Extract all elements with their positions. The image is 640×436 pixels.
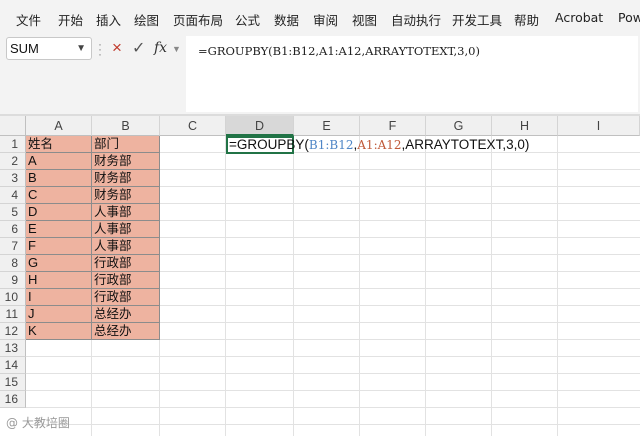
cell-d1-formula[interactable]: =GROUPBY(B1:B12,A1:A12,ARRAYTOTEXT,3,0)	[229, 137, 529, 153]
menu-review[interactable]: 审阅	[313, 10, 338, 29]
cell-b10[interactable]: 行政部	[92, 289, 160, 306]
cell-a2[interactable]: A	[26, 153, 92, 170]
menu-data[interactable]: 数据	[274, 10, 299, 29]
row-header-14[interactable]: 14	[0, 357, 26, 374]
grid-column-line	[225, 136, 226, 436]
cell-a3[interactable]: B	[26, 170, 92, 187]
name-box[interactable]: SUM ▼	[6, 37, 92, 60]
name-box-value: SUM	[10, 41, 39, 56]
cell-a4[interactable]: C	[26, 187, 92, 204]
grid-row-line	[26, 407, 640, 408]
chevron-down-icon[interactable]: ▼	[172, 44, 181, 54]
row-header-9[interactable]: 9	[0, 272, 26, 289]
cell-b12[interactable]: 总经办	[92, 323, 160, 340]
row-header-1[interactable]: 1	[0, 136, 26, 153]
row-header-8[interactable]: 8	[0, 255, 26, 272]
formula-text: =GROUPBY(B1:B12,A1:A12,ARRAYTOTEXT,3,0)	[198, 44, 480, 58]
confirm-icon[interactable]: ✓	[132, 38, 145, 58]
grid-row-line	[26, 424, 640, 425]
cell-b4[interactable]: 财务部	[92, 187, 160, 204]
ribbon-tabs: 文件 开始 插入 绘图 页面布局 公式 数据 审阅 视图 自动执行 开发工具 帮…	[0, 0, 640, 34]
menu-developer[interactable]: 开发工具	[452, 10, 502, 29]
column-header-g[interactable]: G	[426, 116, 492, 136]
cell-b5[interactable]: 人事部	[92, 204, 160, 221]
insert-function-icon[interactable]: fx	[154, 40, 167, 56]
menu-help[interactable]: 帮助	[514, 10, 539, 29]
menu-power[interactable]: Pow	[618, 10, 640, 25]
cell-a8[interactable]: G	[26, 255, 92, 272]
column-header-e[interactable]: E	[294, 116, 360, 136]
cell-b6[interactable]: 人事部	[92, 221, 160, 238]
row-header-2[interactable]: 2	[0, 153, 26, 170]
formula-ref-a1-a12: A1:A12	[357, 138, 402, 152]
cell-b1[interactable]: 部门	[92, 136, 160, 153]
grid-column-line	[491, 136, 492, 436]
cell-a12[interactable]: K	[26, 323, 92, 340]
row-header-16[interactable]: 16	[0, 391, 26, 408]
cell-b2[interactable]: 财务部	[92, 153, 160, 170]
row-header-10[interactable]: 10	[0, 289, 26, 306]
cell-a7[interactable]: F	[26, 238, 92, 255]
menu-file[interactable]: 文件	[16, 10, 41, 29]
row-header-15[interactable]: 15	[0, 374, 26, 391]
cell-b7[interactable]: 人事部	[92, 238, 160, 255]
cell-b9[interactable]: 行政部	[92, 272, 160, 289]
cell-a10[interactable]: I	[26, 289, 92, 306]
cell-a9[interactable]: H	[26, 272, 92, 289]
formula-ref-b1-b12: B1:B12	[308, 138, 354, 152]
grid-column-line	[425, 136, 426, 436]
cell-a11[interactable]: J	[26, 306, 92, 323]
more-options-icon[interactable]: · · ·	[98, 38, 102, 60]
column-header-h[interactable]: H	[492, 116, 558, 136]
row-header-4[interactable]: 4	[0, 187, 26, 204]
menu-home[interactable]: 开始	[58, 10, 83, 29]
cancel-icon[interactable]: ×	[112, 38, 122, 58]
menu-automate[interactable]: 自动执行	[391, 10, 441, 29]
column-header-c[interactable]: C	[160, 116, 226, 136]
column-header-i[interactable]: I	[558, 116, 640, 136]
grid-row-line	[26, 390, 640, 391]
chevron-down-icon[interactable]: ▼	[76, 38, 86, 59]
select-all-corner[interactable]	[0, 116, 26, 136]
row-header-5[interactable]: 5	[0, 204, 26, 221]
column-header-b[interactable]: B	[92, 116, 160, 136]
cell-b11[interactable]: 总经办	[92, 306, 160, 323]
grid-column-line	[359, 136, 360, 436]
menu-page-layout[interactable]: 页面布局	[173, 10, 223, 29]
cell-b3[interactable]: 财务部	[92, 170, 160, 187]
grid-column-line	[293, 136, 294, 436]
menu-view[interactable]: 视图	[352, 10, 377, 29]
cell-a6[interactable]: E	[26, 221, 92, 238]
cell-b8[interactable]: 行政部	[92, 255, 160, 272]
watermark: @ 大教培圈	[6, 416, 70, 430]
menu-formulas[interactable]: 公式	[235, 10, 260, 29]
menu-draw[interactable]: 绘图	[134, 10, 159, 29]
row-header-13[interactable]: 13	[0, 340, 26, 357]
column-header-d[interactable]: D	[226, 116, 294, 136]
formula-bar: SUM ▼ · · · × ✓ fx ▼ =GROUPBY(B1:B12,A1:A1…	[0, 34, 640, 114]
row-header-3[interactable]: 3	[0, 170, 26, 187]
row-header-12[interactable]: 12	[0, 323, 26, 340]
formula-suffix: ,ARRAYTOTEXT,3,0)	[401, 137, 530, 152]
formula-prefix: =GROUPBY(	[229, 137, 309, 152]
menu-insert[interactable]: 插入	[96, 10, 121, 29]
grid-row-line	[26, 356, 640, 357]
column-header-f[interactable]: F	[360, 116, 426, 136]
cell-a1[interactable]: 姓名	[26, 136, 92, 153]
row-header-6[interactable]: 6	[0, 221, 26, 238]
row-header-11[interactable]: 11	[0, 306, 26, 323]
grid-row-line	[26, 373, 640, 374]
row-header-7[interactable]: 7	[0, 238, 26, 255]
column-header-a[interactable]: A	[26, 116, 92, 136]
menu-acrobat[interactable]: Acrobat	[555, 10, 603, 25]
grid-column-line	[557, 136, 558, 436]
formula-input[interactable]: =GROUPBY(B1:B12,A1:A12,ARRAYTOTEXT,3,0)	[186, 36, 638, 112]
cell-a5[interactable]: D	[26, 204, 92, 221]
